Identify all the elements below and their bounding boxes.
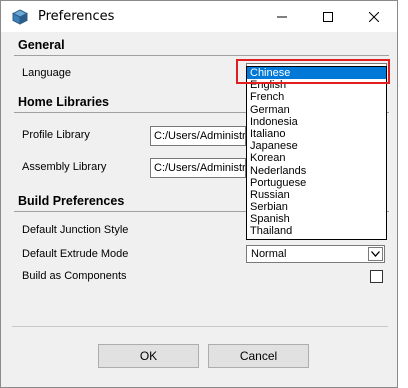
background-app-edge [398,0,408,388]
default-extrude-mode-label: Default Extrude Mode [22,248,129,260]
window-title: Preferences [38,9,115,24]
language-option[interactable]: Thailand [247,225,386,237]
extrude-mode-value: Normal [251,248,287,260]
general-separator [14,55,389,56]
language-option[interactable]: German [247,104,386,116]
default-junction-style-label: Default Junction Style [22,224,129,236]
language-option[interactable]: Spanish [247,213,386,225]
language-option[interactable]: Nederlands [247,165,386,177]
build-as-components-checkbox[interactable] [370,270,383,283]
language-option[interactable]: Japanese [247,140,386,152]
build-preferences-heading: Build Preferences [18,194,125,208]
language-option[interactable]: Serbian [247,201,386,213]
language-label: Language [22,67,71,79]
ok-button[interactable]: OK [98,344,199,368]
button-bar [12,326,388,376]
language-option[interactable]: Italiano [247,128,386,140]
language-dropdown-list: Chinese English French German Indonesia Itali… [246,66,387,240]
close-icon [369,11,379,22]
assembly-library-label: Assembly Library [22,161,107,173]
general-heading: General [18,38,65,52]
extrude-mode-select[interactable]: Normal [246,245,385,263]
title-bar: Preferences [1,1,397,32]
language-option[interactable]: Russian [247,189,386,201]
maximize-button[interactable] [305,1,351,32]
home-libraries-heading: Home Libraries [18,95,110,109]
minimize-button[interactable] [259,1,305,32]
assembly-library-input[interactable]: C:/Users/Administrat [150,158,246,178]
cancel-button[interactable]: Cancel [208,344,309,368]
profile-library-input[interactable]: C:/Users/Administrat [150,126,246,146]
minimize-icon [277,16,287,17]
language-option[interactable]: French [247,91,386,103]
language-highlight-box [236,59,390,84]
language-option[interactable]: Korean [247,152,386,164]
language-option[interactable]: Portuguese [247,177,386,189]
build-as-components-label: Build as Components [22,270,127,282]
maximize-icon [323,11,333,22]
language-option[interactable]: Indonesia [247,116,386,128]
app-cube-icon [11,9,29,25]
chevron-down-icon[interactable] [368,247,383,261]
profile-library-label: Profile Library [22,129,90,141]
close-button[interactable] [351,1,397,32]
